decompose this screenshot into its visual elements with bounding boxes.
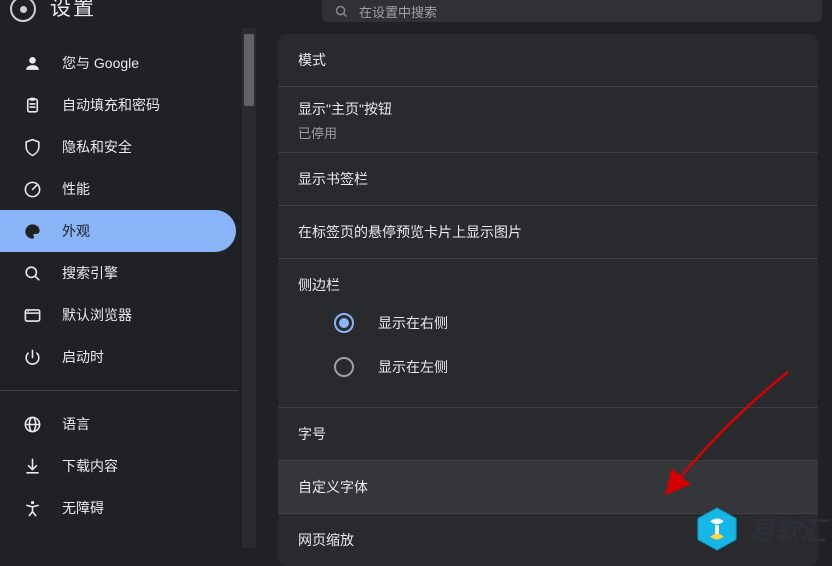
row-hover-preview-label: 在标签页的悬停预览卡片上显示图片 (298, 224, 522, 240)
chrome-logo-icon (10, 0, 36, 22)
browser-icon (22, 306, 42, 325)
radio-row-right[interactable]: 显示在右侧 (334, 301, 798, 345)
watermark: 易软汇 (694, 506, 826, 552)
sidebar-item-label: 下载内容 (62, 456, 118, 476)
person-icon (22, 54, 42, 73)
sidebar-item-label: 隐私和安全 (62, 137, 132, 157)
shield-icon (22, 138, 42, 157)
radio-left-label: 显示在左侧 (378, 357, 448, 377)
radio-right-label: 显示在右侧 (378, 313, 448, 333)
sidebar-item-label: 搜索引擎 (62, 263, 118, 283)
sidebar-item-label: 语言 (62, 414, 90, 434)
sidebar-scrollbar[interactable] (242, 28, 256, 548)
sidebar-item-shield[interactable]: 隐私和安全 (0, 126, 236, 168)
sidebar-item-accessibility[interactable]: 无障碍 (0, 487, 236, 529)
appearance-card: 模式 显示"主页"按钮 已停用 显示书签栏 在标签页的悬停预览卡片上显示图片 侧… (278, 34, 818, 566)
row-custom-font-label: 自定义字体 (298, 479, 368, 495)
sidebar-item-browser[interactable]: 默认浏览器 (0, 294, 236, 336)
sidebar-item-label: 自动填充和密码 (62, 95, 160, 115)
settings-sidebar: 您与 Google 自动填充和密码隐私和安全性能外观搜索引擎默认浏览器启动时 语言… (0, 28, 256, 558)
row-home-button-status: 已停用 (298, 123, 798, 142)
row-home-button-label: 显示"主页"按钮 (298, 99, 798, 119)
sidebar-item-person[interactable]: 您与 Google (0, 42, 236, 84)
sidebar-item-globe[interactable]: 语言 (0, 403, 236, 445)
scrollbar-thumb[interactable] (244, 34, 254, 106)
row-bookmarks-bar-label: 显示书签栏 (298, 171, 368, 187)
sidebar-item-label: 您与 Google (62, 53, 139, 73)
row-font-size[interactable]: 字号 (278, 408, 818, 461)
row-bookmarks-bar[interactable]: 显示书签栏 (278, 153, 818, 206)
gauge-icon (22, 180, 42, 199)
download-icon (22, 457, 42, 476)
row-mode[interactable]: 模式 (278, 34, 818, 87)
watermark-text: 易软汇 (748, 511, 826, 548)
sidebar-item-label: 无障碍 (62, 498, 104, 518)
sidebar-item-search[interactable]: 搜索引擎 (0, 252, 236, 294)
radio-row-left[interactable]: 显示在左侧 (334, 345, 798, 389)
power-icon (22, 348, 42, 367)
radio-icon (334, 313, 354, 333)
search-icon (22, 264, 42, 283)
row-font-size-label: 字号 (298, 426, 326, 442)
globe-icon (22, 415, 42, 434)
row-side-panel-label: 侧边栏 (298, 275, 798, 295)
sidebar-item-label: 外观 (62, 221, 90, 241)
row-mode-label: 模式 (298, 52, 326, 68)
sidebar-item-clipboard[interactable]: 自动填充和密码 (0, 84, 236, 126)
sidebar-item-label: 默认浏览器 (62, 305, 132, 325)
row-side-panel: 侧边栏 显示在右侧 显示在左侧 (278, 259, 818, 408)
sidebar-divider (0, 390, 238, 391)
settings-main: 模式 显示"主页"按钮 已停用 显示书签栏 在标签页的悬停预览卡片上显示图片 侧… (256, 28, 832, 558)
sidebar-item-power[interactable]: 启动时 (0, 336, 236, 378)
radio-icon (334, 357, 354, 377)
sidebar-item-label: 性能 (62, 179, 90, 199)
row-home-button[interactable]: 显示"主页"按钮 已停用 (278, 87, 818, 153)
page-title: 设置 (50, 0, 96, 22)
sidebar-item-download[interactable]: 下载内容 (0, 445, 236, 487)
settings-search-input[interactable]: 在设置中搜索 (322, 0, 822, 22)
sidebar-item-gauge[interactable]: 性能 (0, 168, 236, 210)
row-hover-preview[interactable]: 在标签页的悬停预览卡片上显示图片 (278, 206, 818, 259)
palette-icon (22, 222, 42, 241)
row-page-zoom-label: 网页缩放 (298, 532, 354, 548)
search-placeholder: 在设置中搜索 (359, 2, 437, 21)
watermark-icon (694, 506, 740, 552)
accessibility-icon (22, 499, 42, 518)
clipboard-icon (22, 96, 42, 115)
sidebar-item-palette[interactable]: 外观 (0, 210, 236, 252)
sidebar-item-label: 启动时 (62, 347, 104, 367)
search-icon (334, 4, 349, 19)
